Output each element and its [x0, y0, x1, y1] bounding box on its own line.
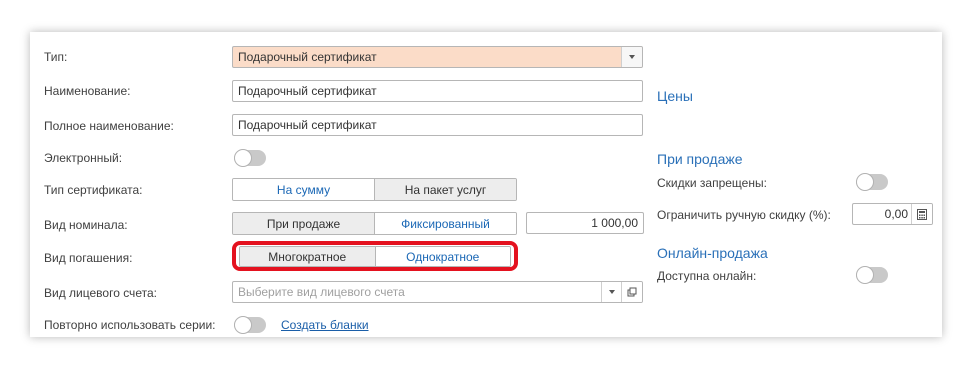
dropdown-arrow-icon[interactable] [621, 47, 642, 67]
electronic-toggle[interactable] [234, 149, 266, 167]
limit-discount-input[interactable]: 0,00 [852, 203, 933, 225]
available-online-toggle[interactable] [856, 266, 888, 284]
limit-discount-value: 0,00 [884, 207, 908, 221]
highlight-annotation [232, 241, 518, 271]
electronic-label: Электронный: [44, 151, 123, 165]
type-value: Подарочный сертификат [238, 50, 377, 64]
name-input[interactable]: Подарочный сертификат [232, 80, 643, 102]
reuse-series-label: Повторно использовать серии: [44, 318, 216, 332]
dropdown-arrow-icon[interactable] [601, 282, 622, 302]
nominal-kind-switch: При продаже Фиксированный [232, 212, 517, 235]
nominal-amount-value: 1 000,00 [591, 216, 638, 230]
full-name-label: Полное наименование: [44, 119, 174, 133]
type-select[interactable]: Подарочный сертификат [232, 46, 643, 68]
cert-type-label: Тип сертификата: [44, 183, 143, 197]
name-value: Подарочный сертификат [238, 84, 377, 98]
nominal-amount-input[interactable]: 1 000,00 [526, 212, 644, 234]
limit-discount-label: Ограничить ручную скидку (%): [657, 208, 831, 222]
cert-type-option-package[interactable]: На пакет услуг [374, 179, 516, 200]
nominal-option-fixed[interactable]: Фиксированный [375, 213, 516, 234]
cert-type-switch: На сумму На пакет услуг [232, 178, 517, 201]
prices-section-title: Цены [657, 88, 693, 104]
discounts-forbidden-toggle[interactable] [856, 173, 888, 191]
cert-type-option-sum[interactable]: На сумму [233, 179, 374, 200]
redemption-label: Вид погашения: [44, 251, 133, 265]
on-sale-section-title: При продаже [657, 151, 743, 167]
name-label: Наименование: [44, 84, 131, 98]
account-kind-placeholder: Выберите вид лицевого счета [238, 285, 405, 299]
open-in-window-icon[interactable] [621, 282, 642, 302]
toggle-knob [234, 316, 252, 334]
full-name-value: Подарочный сертификат [238, 118, 377, 132]
nominal-kind-label: Вид номинала: [44, 218, 128, 232]
online-section-title: Онлайн-продажа [657, 245, 768, 261]
account-kind-select[interactable]: Выберите вид лицевого счета [232, 281, 643, 303]
form-panel: Тип: Подарочный сертификат Наименование:… [30, 32, 942, 337]
toggle-knob [856, 266, 874, 284]
discounts-forbidden-label: Скидки запрещены: [657, 176, 767, 190]
nominal-option-on-sale[interactable]: При продаже [233, 213, 375, 234]
calculator-icon[interactable] [911, 204, 932, 224]
type-label: Тип: [44, 50, 68, 64]
create-blanks-link[interactable]: Создать бланки [281, 318, 369, 332]
full-name-input[interactable]: Подарочный сертификат [232, 114, 643, 136]
available-online-label: Доступна онлайн: [657, 269, 757, 283]
account-kind-label: Вид лицевого счета: [44, 286, 157, 300]
toggle-knob [234, 149, 252, 167]
reuse-series-toggle[interactable] [234, 316, 266, 334]
toggle-knob [856, 173, 874, 191]
